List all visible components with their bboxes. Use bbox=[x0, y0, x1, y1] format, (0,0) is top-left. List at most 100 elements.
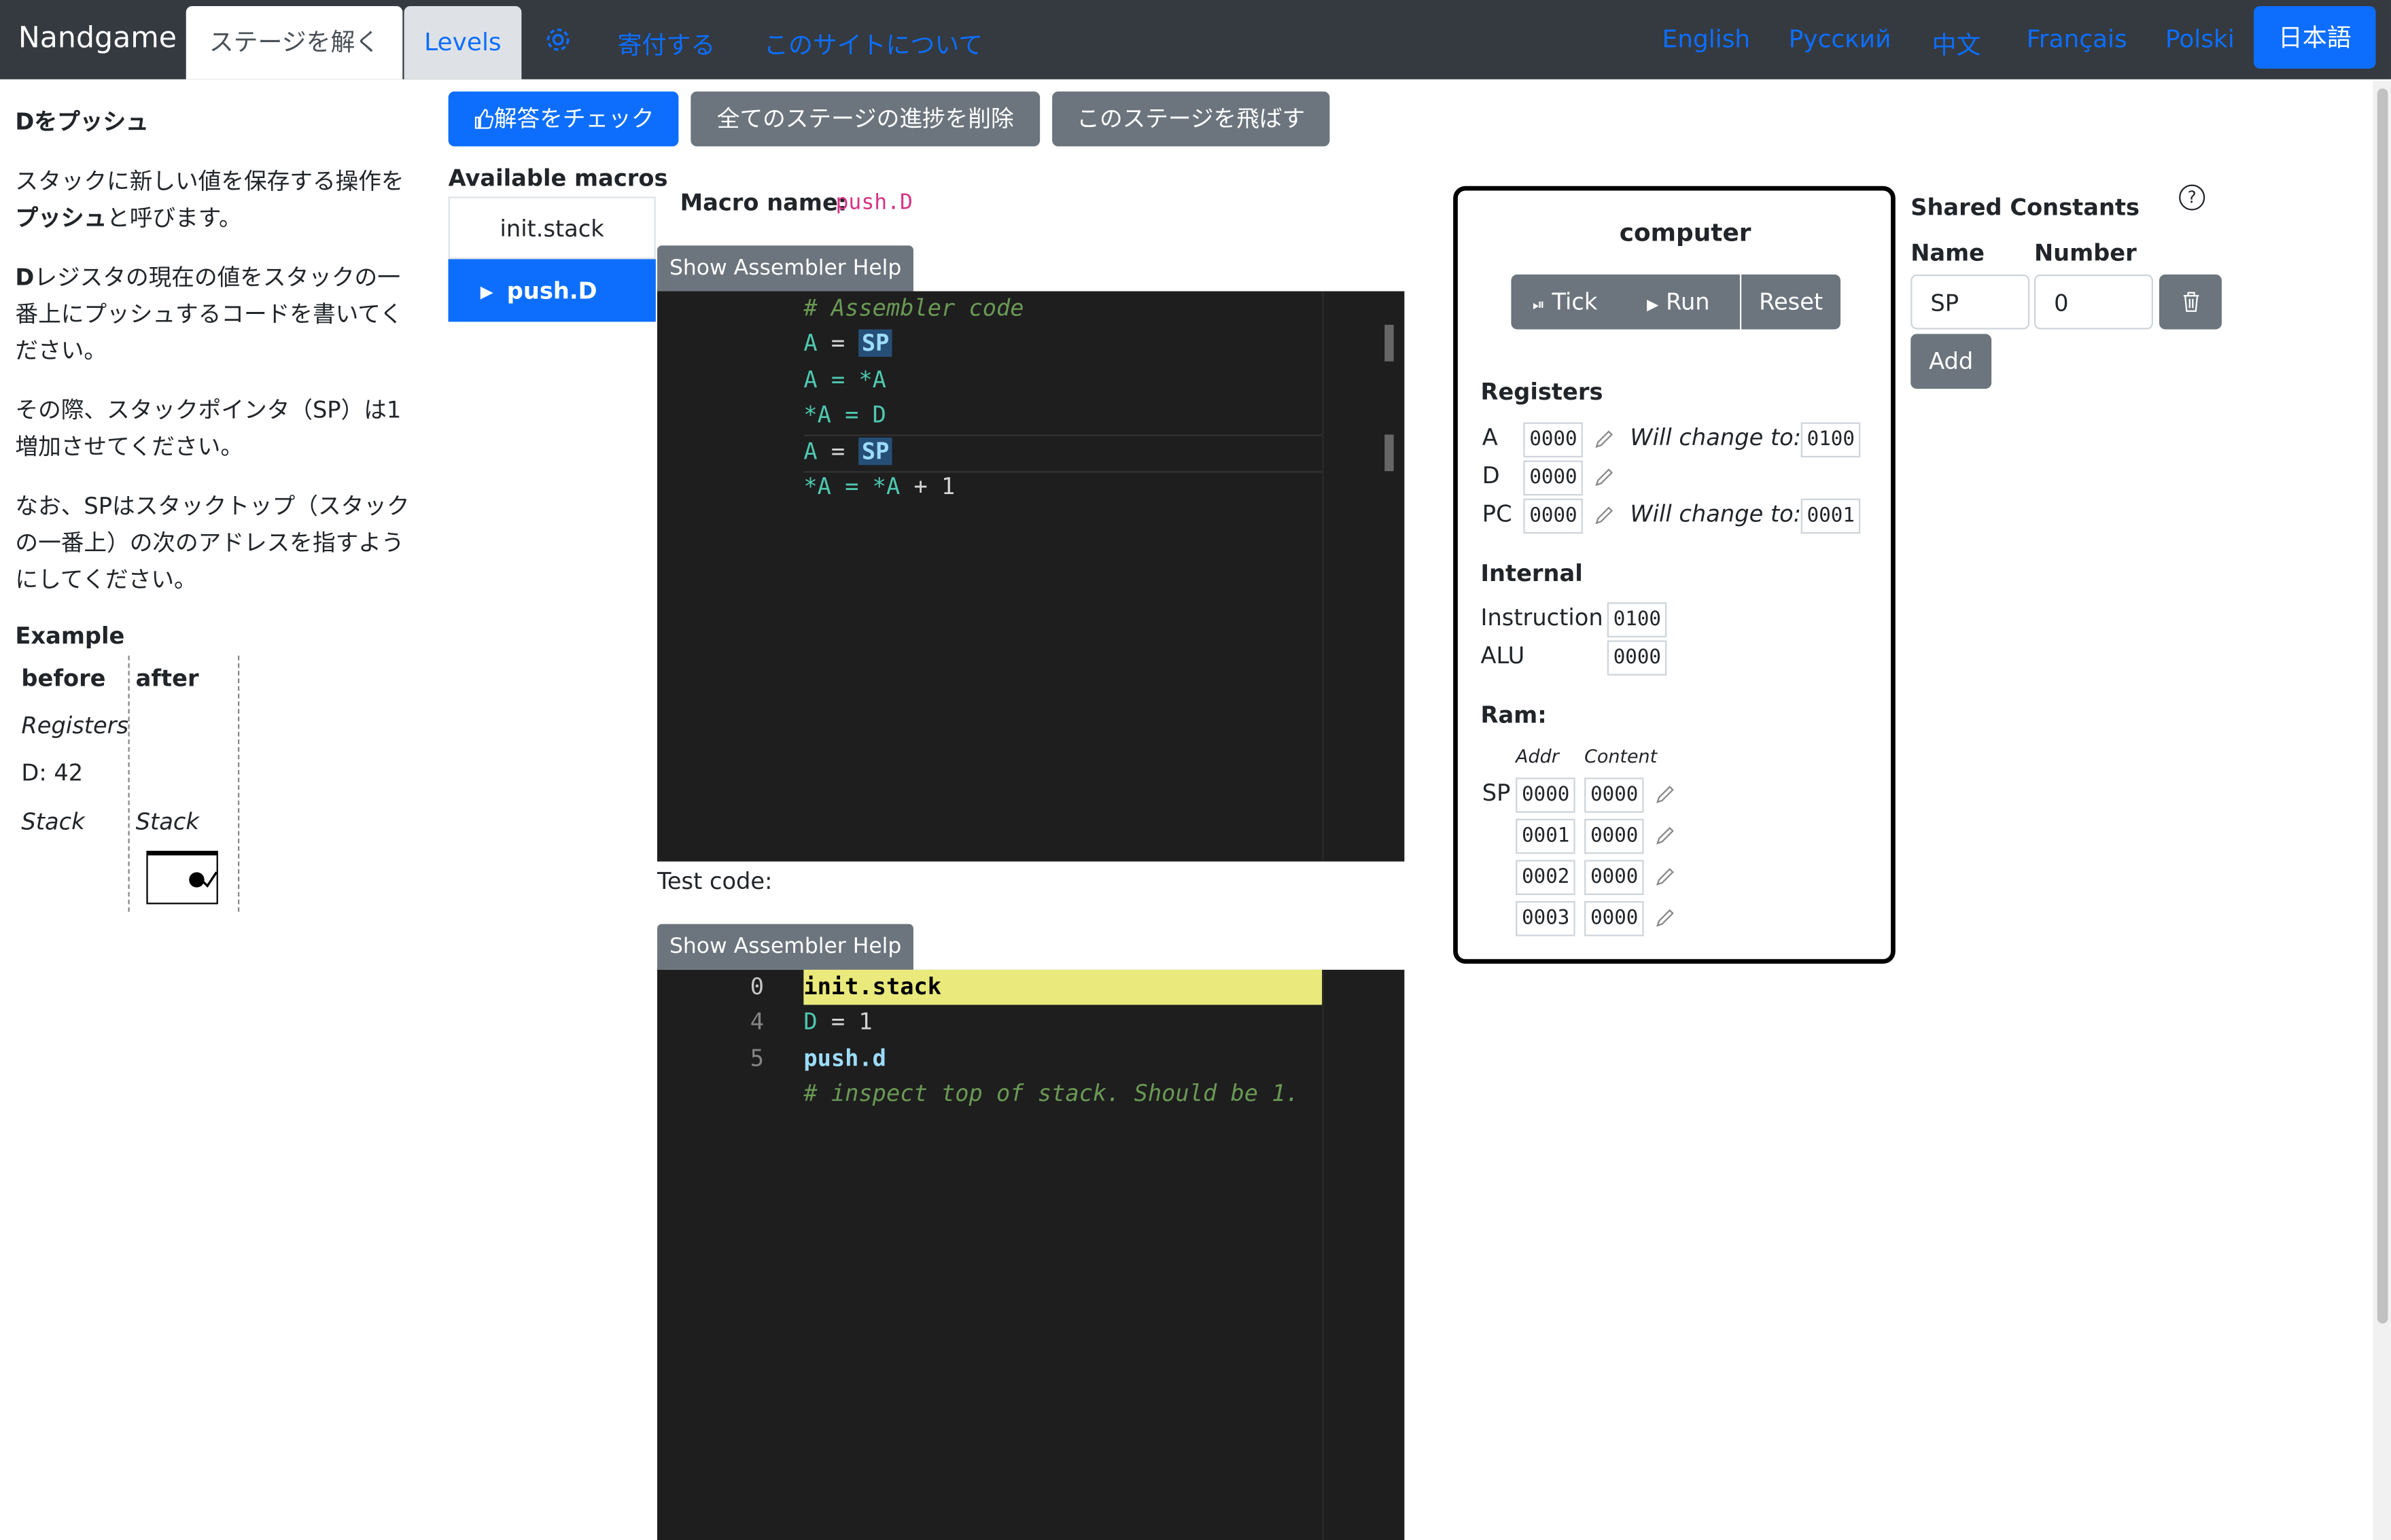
edit-register-a-pencil-icon[interactable] bbox=[1595, 430, 1613, 449]
test-code-editor[interactable]: 0 4 5 init.stack D = 1 push.d # inspect … bbox=[657, 969, 1405, 1540]
constant-number-input[interactable]: 0 bbox=[2034, 274, 2153, 330]
language-russian[interactable]: Русский bbox=[1789, 24, 1891, 54]
tick-button[interactable]: ⏯ Tick bbox=[1533, 288, 1598, 315]
instruction-label: Instruction bbox=[1480, 603, 1603, 631]
language-english[interactable]: English bbox=[1662, 24, 1751, 54]
edit-ram-pencil-icon[interactable] bbox=[1656, 785, 1675, 803]
play-arrow-icon: ▶ bbox=[480, 282, 493, 302]
registers-title: Registers bbox=[1480, 378, 1603, 406]
example-d-value: D: 42 bbox=[21, 759, 84, 787]
language-japanese[interactable]: 日本語 bbox=[2254, 5, 2376, 69]
task-paragraph-2: Dレジスタの現在の値をスタックの一 番上にプッシュするコードを書いてく ださい。 bbox=[15, 264, 403, 365]
ram-addr: 0002 bbox=[1516, 860, 1576, 895]
code-line-5: *A = *A + 1 bbox=[803, 472, 956, 500]
test-assembler-help-button[interactable]: Show Assembler Help bbox=[657, 924, 914, 970]
register-pc-will-change-label: Will change to: bbox=[1630, 500, 1802, 528]
thumbs-up-icon bbox=[474, 109, 494, 129]
donate-link[interactable]: 寄付する bbox=[618, 24, 716, 61]
register-a-will-change-label: Will change to: bbox=[1630, 423, 1802, 452]
code-line-3: *A = D bbox=[803, 401, 886, 429]
add-constant-button[interactable]: Add bbox=[1910, 334, 1992, 389]
run-button[interactable]: ▶ Run bbox=[1647, 288, 1710, 315]
test-line-4: # inspect top of stack. Should be 1. bbox=[803, 1079, 1299, 1107]
available-macros-title: Available macros bbox=[448, 164, 668, 192]
reset-all-progress-button[interactable]: 全てのステージの進捗を削除 bbox=[691, 91, 1041, 147]
line-number-0: 0 bbox=[750, 973, 765, 1000]
test-code-label: Test code: bbox=[657, 867, 773, 895]
register-a-value: 0000 bbox=[1523, 422, 1584, 458]
constant-name-input[interactable]: SP bbox=[1910, 274, 2030, 330]
task-paragraph-1: スタックに新しい値を保存する操作を プッシュと呼びます。 bbox=[15, 167, 404, 232]
computer-title: computer bbox=[1619, 217, 1751, 247]
ram-addr: 0000 bbox=[1516, 777, 1576, 813]
assembler-help-button[interactable]: Show Assembler Help bbox=[657, 245, 914, 292]
code-comment: # Assembler code bbox=[803, 294, 1024, 322]
edit-ram-pencil-icon[interactable] bbox=[1656, 826, 1675, 845]
example-divider bbox=[128, 655, 130, 912]
register-pc-label: PC bbox=[1482, 500, 1512, 528]
stack-item-icon bbox=[189, 871, 217, 888]
page-scrollbar-thumb[interactable] bbox=[2377, 88, 2388, 1324]
line-number-4: 4 bbox=[750, 1008, 765, 1036]
check-solution-button[interactable]: 解答をチェック bbox=[448, 91, 679, 147]
macro-name-label: Macro name: bbox=[680, 189, 848, 217]
code-line-2: A = *A bbox=[803, 366, 886, 393]
example-col-after: after bbox=[135, 665, 199, 693]
skip-stage-button[interactable]: このステージを飛ばす bbox=[1052, 91, 1330, 147]
code-line-4: A = SP bbox=[803, 434, 892, 470]
test-minimap-edge bbox=[1322, 969, 1324, 1540]
about-link[interactable]: このサイトについて bbox=[764, 24, 983, 61]
ram-title: Ram: bbox=[1480, 701, 1547, 729]
constants-number-header: Number bbox=[2034, 239, 2137, 267]
ram-content: 0000 bbox=[1584, 818, 1645, 854]
language-polish[interactable]: Polski bbox=[2165, 24, 2235, 54]
example-divider-right bbox=[238, 655, 240, 912]
ram-content: 0000 bbox=[1584, 777, 1645, 813]
task-description: Dをプッシュ スタックに新しい値を保存する操作を プッシュと呼びます。 Dレジスタ… bbox=[15, 104, 434, 598]
brand-logo[interactable]: Nandgame bbox=[18, 21, 177, 54]
macro-item-init-stack[interactable]: init.stack bbox=[448, 196, 656, 260]
shared-constants-title: Shared Constants bbox=[1910, 193, 2140, 222]
example-title: Example bbox=[15, 622, 125, 650]
top-navbar: Nandgame ステージを解く Levels 寄付する このサイトについて E… bbox=[0, 0, 2391, 80]
register-a-next-value: 0100 bbox=[1800, 422, 1861, 458]
code-line-1: A = SP bbox=[803, 326, 892, 362]
delete-constant-button[interactable] bbox=[2159, 274, 2222, 330]
ram-sp-pointer: SP bbox=[1482, 779, 1511, 807]
test-line-2: D = 1 bbox=[803, 1008, 873, 1036]
example-stack-box bbox=[146, 850, 218, 905]
editor-scroll-mark-2 bbox=[1384, 434, 1394, 472]
line-number-5: 5 bbox=[750, 1044, 765, 1072]
constants-name-header: Name bbox=[1910, 239, 1985, 267]
example-stack-before: Stack bbox=[21, 808, 85, 836]
edit-register-d-pencil-icon[interactable] bbox=[1595, 468, 1613, 487]
task-paragraph-4: なお、SPはスタックトップ（スタック の一番上）の次のアドレスを指すよう にしてくだ… bbox=[15, 492, 410, 593]
task-paragraph-3: その際、スタックポインタ（SP）は1 増加させてください。 bbox=[15, 396, 402, 461]
test-line-1: init.stack bbox=[803, 973, 942, 1000]
macro-item-push-d[interactable]: ▶ push.D bbox=[448, 259, 656, 322]
register-d-value: 0000 bbox=[1523, 460, 1584, 496]
help-question-icon[interactable]: ? bbox=[2179, 184, 2205, 211]
trash-icon bbox=[2182, 292, 2199, 312]
alu-label: ALU bbox=[1480, 642, 1525, 669]
language-french[interactable]: Français bbox=[2027, 24, 2127, 54]
test-line-3: push.d bbox=[803, 1044, 886, 1072]
example-stack-after: Stack bbox=[135, 808, 199, 836]
edit-ram-pencil-icon[interactable] bbox=[1656, 909, 1675, 927]
edit-register-pc-pencil-icon[interactable] bbox=[1595, 506, 1613, 525]
task-title: Dをプッシュ bbox=[15, 108, 149, 136]
internal-title: Internal bbox=[1480, 559, 1583, 587]
macro-code-editor[interactable]: # Assembler code A = SP A = *A *A = D A … bbox=[657, 291, 1405, 862]
alu-value: 0000 bbox=[1607, 640, 1667, 676]
tab-levels[interactable]: Levels bbox=[404, 5, 522, 80]
editor-scroll-mark bbox=[1384, 324, 1394, 362]
tab-solve-stage[interactable]: ステージを解く bbox=[186, 5, 403, 80]
reset-computer-button[interactable]: Reset bbox=[1741, 274, 1841, 330]
ram-content: 0000 bbox=[1584, 900, 1645, 937]
language-chinese[interactable]: 中文 bbox=[1932, 24, 1981, 61]
macro-name-value: push.D bbox=[835, 190, 913, 215]
edit-ram-pencil-icon[interactable] bbox=[1656, 868, 1675, 886]
example-col-before: before bbox=[21, 665, 106, 693]
settings-gear-icon[interactable] bbox=[544, 26, 572, 53]
register-a-label: A bbox=[1482, 423, 1498, 452]
